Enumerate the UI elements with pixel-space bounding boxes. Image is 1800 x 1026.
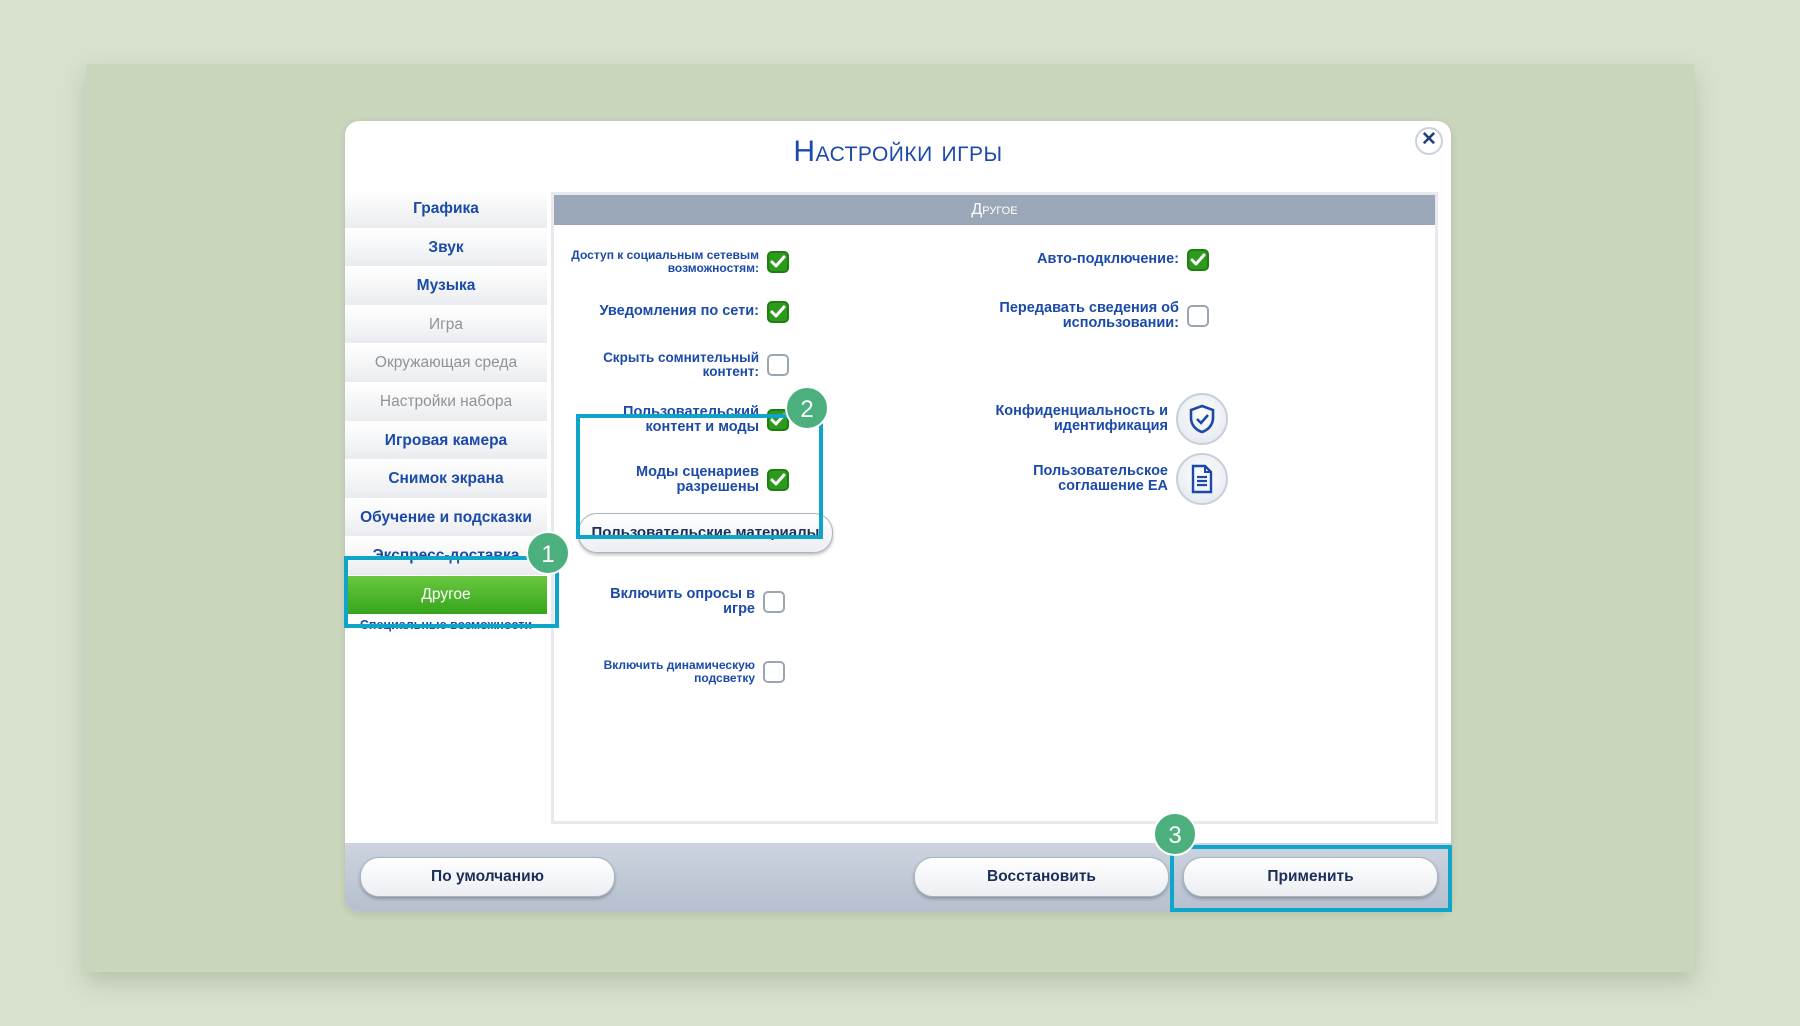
- option-usage-data: Передавать сведения об использовании:: [914, 300, 1209, 332]
- defaults-button[interactable]: По умолчанию: [360, 857, 615, 897]
- option-dynamic-lighting: Включить динамическую подсветку: [564, 659, 785, 684]
- social-checkbox[interactable]: [767, 250, 789, 273]
- auto-connect-checkbox[interactable]: [1187, 249, 1209, 271]
- option-hide-content-label: Скрыть сомнительный контент:: [603, 350, 759, 380]
- check-icon: [770, 255, 786, 268]
- sidebar-item-tutorial[interactable]: Обучение и подсказки: [345, 498, 547, 537]
- option-dynamic-lighting-label: Включить динамическую подсветку: [603, 658, 755, 685]
- close-icon[interactable]: ✕: [1415, 127, 1443, 155]
- highlight-box-1: [344, 556, 559, 628]
- document-icon[interactable]: [1176, 453, 1228, 505]
- sidebar-item-sound[interactable]: Звук: [345, 228, 547, 267]
- option-hide-content: Скрыть сомнительный контент:: [564, 350, 789, 380]
- sidebar-item-camera[interactable]: Игровая камера: [345, 421, 547, 460]
- section-title: Другое: [554, 195, 1435, 225]
- option-social-label: Доступ к социальным сетевым возможностям…: [571, 248, 759, 275]
- step-badge-3: 3: [1153, 812, 1197, 856]
- sidebar-item-graphics[interactable]: Графика: [345, 190, 547, 228]
- user-agreement-label: Пользовательское соглашение EA: [1033, 462, 1168, 494]
- step-badge-1: 1: [526, 531, 570, 575]
- usage-data-checkbox[interactable]: [1187, 305, 1209, 328]
- option-surveys-label: Включить опросы в игре: [610, 586, 755, 618]
- sidebar-item-music[interactable]: Музыка: [345, 267, 547, 305]
- dialog-title: Настройки игры: [793, 135, 1003, 168]
- step-badge-2: 2: [785, 386, 829, 430]
- option-notifications-label: Уведомления по сети:: [599, 303, 759, 320]
- option-usage-data-label: Передавать сведения об использовании:: [999, 300, 1179, 332]
- shield-check-icon[interactable]: [1176, 393, 1228, 445]
- highlight-box-3: [1170, 845, 1452, 912]
- dynamic-lighting-checkbox[interactable]: [763, 660, 785, 683]
- restore-button[interactable]: Восстановить: [914, 857, 1169, 897]
- sidebar-item-environment[interactable]: Окружающая среда: [345, 344, 547, 382]
- privacy-label: Конфиденциальность и идентификация: [995, 402, 1168, 434]
- user-agreement-link[interactable]: Пользовательское соглашение EA: [914, 453, 1228, 505]
- option-surveys: Включить опросы в игре: [564, 586, 785, 618]
- surveys-checkbox[interactable]: [763, 591, 785, 614]
- privacy-link[interactable]: Конфиденциальность и идентификация: [914, 393, 1228, 445]
- notifications-checkbox[interactable]: [767, 301, 789, 323]
- game-settings-dialog: Настройки игры ✕ Графика Звук Музыка Игр…: [345, 121, 1451, 912]
- option-social: Доступ к социальным сетевым возможностям…: [564, 249, 789, 274]
- option-notifications: Уведомления по сети:: [564, 301, 789, 323]
- check-icon: [1190, 253, 1206, 266]
- check-icon: [770, 305, 786, 318]
- option-auto-connect: Авто-подключение:: [914, 249, 1209, 271]
- hide-content-checkbox[interactable]: [767, 354, 789, 377]
- highlight-box-2: [576, 414, 823, 539]
- sidebar-item-pack-settings[interactable]: Настройки набора: [345, 382, 547, 421]
- sidebar-item-screenshot[interactable]: Снимок экрана: [345, 460, 547, 498]
- sidebar-item-game[interactable]: Игра: [345, 305, 547, 344]
- option-auto-connect-label: Авто-подключение:: [1037, 251, 1179, 268]
